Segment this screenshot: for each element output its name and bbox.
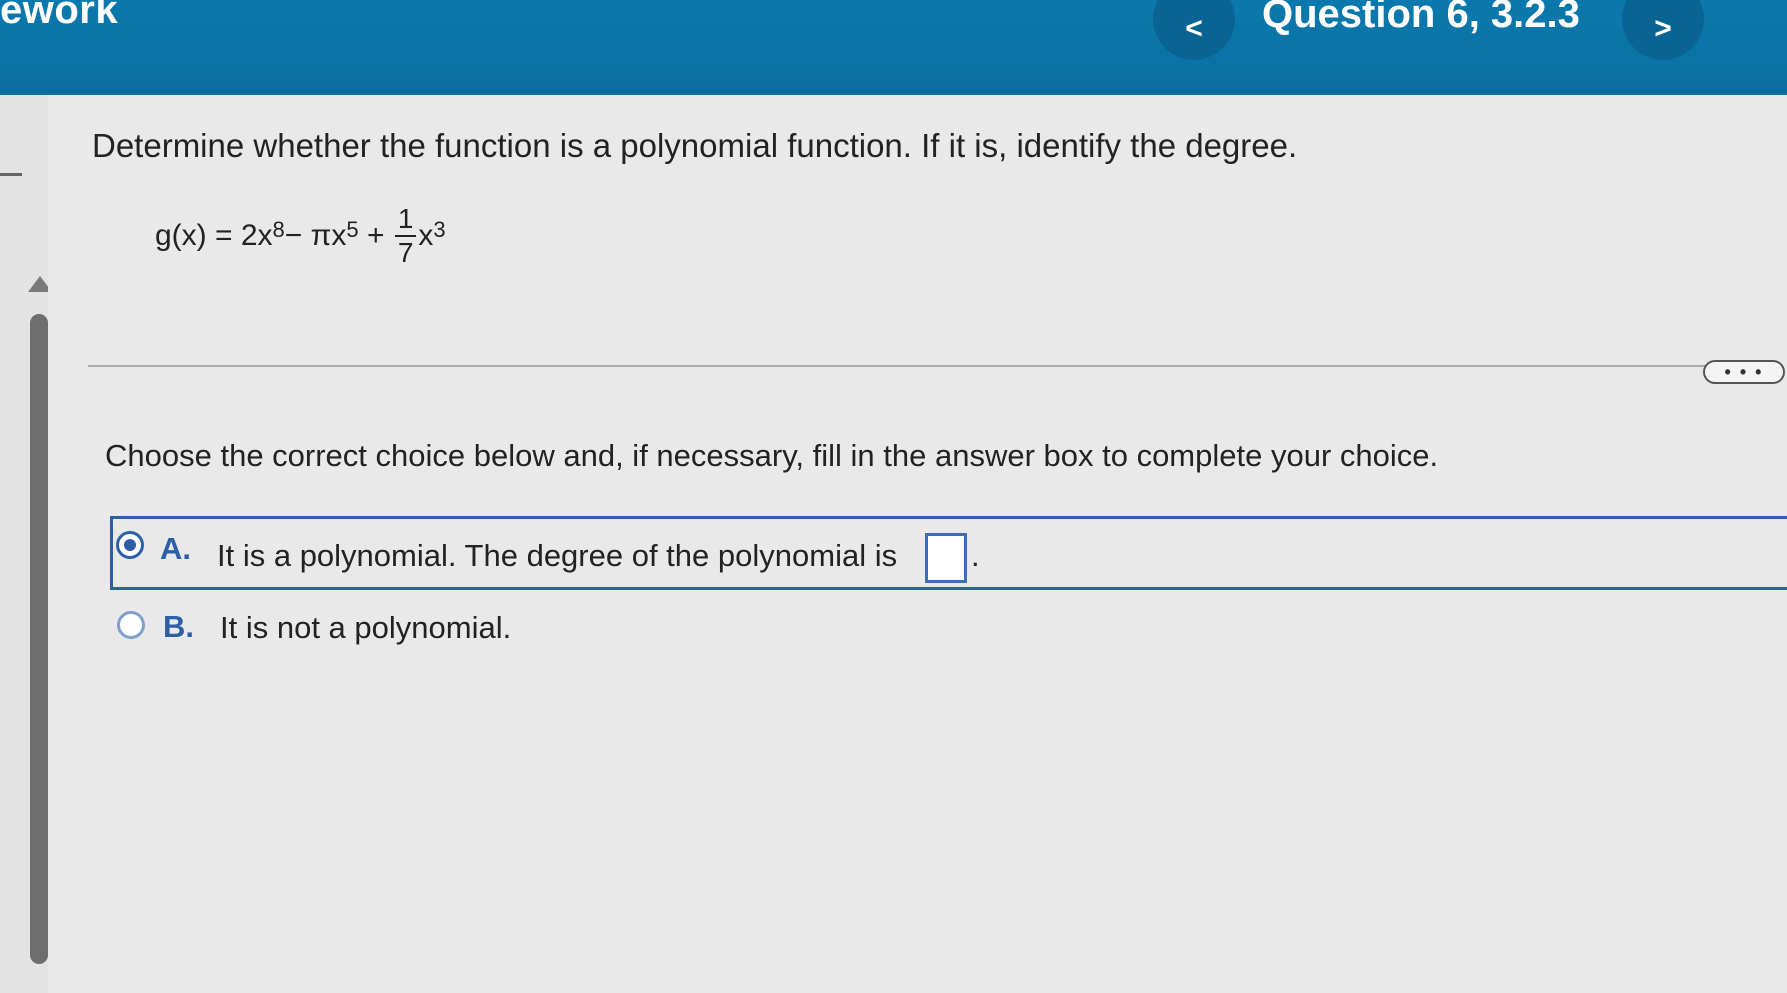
- exponent-8: 8: [272, 217, 285, 242]
- fraction-numerator: 1: [394, 205, 417, 237]
- fraction-one-seventh: 1 7: [394, 205, 417, 268]
- instruction-text: Choose the correct choice below and, if …: [105, 438, 1439, 473]
- question-prompt: Determine whether the function is a poly…: [92, 127, 1298, 164]
- function-equation: g(x) = 2x 8 − πx 5 + 1 7 x 3: [155, 205, 446, 267]
- top-bar: ework < Question 6, 3.2.3 >: [0, 0, 1787, 95]
- exponent-3: 3: [433, 217, 446, 242]
- more-options-button[interactable]: • • •: [1703, 360, 1785, 384]
- scrollbar-thumb[interactable]: [30, 314, 48, 964]
- fraction-denominator: 7: [397, 237, 414, 268]
- panel-tick-mark: [0, 173, 22, 176]
- choice-a-radio[interactable]: [116, 531, 144, 559]
- next-question-button[interactable]: >: [1622, 0, 1704, 60]
- previous-question-button[interactable]: <: [1153, 0, 1235, 60]
- equation-plus: +: [358, 219, 393, 252]
- choice-a-letter: A.: [160, 531, 191, 566]
- choice-b-radio[interactable]: [117, 611, 145, 639]
- choice-b-letter: B.: [163, 609, 194, 644]
- section-divider: [88, 365, 1708, 367]
- brand-logo: ework: [0, 0, 119, 32]
- equation-pi-term: − πx: [284, 219, 347, 252]
- degree-answer-input[interactable]: [925, 533, 967, 583]
- equation-variable: x: [418, 219, 434, 252]
- choice-b-text[interactable]: It is not a polynomial.: [220, 610, 511, 646]
- chevron-right-icon: >: [1654, 12, 1672, 45]
- question-title: Question 6, 3.2.3: [1262, 0, 1580, 36]
- equation-lhs: g(x) = 2x: [155, 219, 273, 252]
- choice-a-period: .: [971, 538, 980, 573]
- chevron-left-icon: <: [1185, 12, 1203, 45]
- choice-a-text[interactable]: It is a polynomial. The degree of the po…: [217, 538, 897, 574]
- exponent-5: 5: [346, 217, 359, 242]
